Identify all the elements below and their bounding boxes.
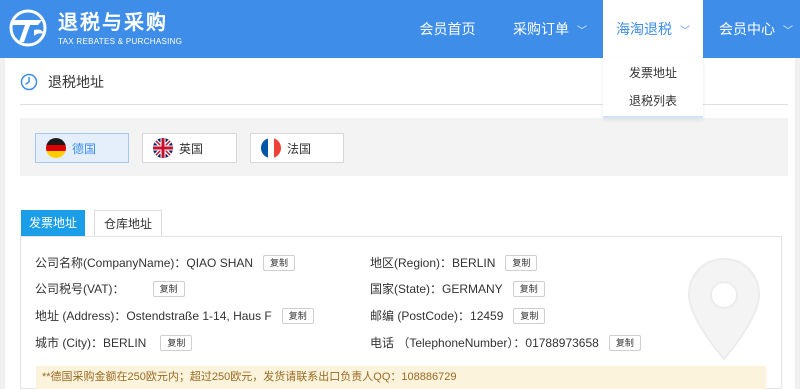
tab-invoice-address[interactable]: 发票地址 — [21, 210, 85, 237]
chevron-down-icon: ﹀ — [577, 25, 587, 37]
field-company-name: 公司名称(CompanyName)：QIAO SHAN 复制 — [35, 254, 296, 271]
chevron-down-icon: ﹀ — [680, 25, 690, 37]
field-address: 地址 (Address)：Ostendstraße 1-14, Haus F 复… — [35, 307, 314, 324]
tab-warehouse-address[interactable]: 仓库地址 — [94, 210, 162, 237]
city-value: 城市 (City)：BERLIN — [35, 336, 147, 350]
nav-label: 海淘退税 — [616, 21, 672, 37]
chevron-down-icon: ﹀ — [783, 25, 793, 37]
section-header: 退税地址 — [20, 72, 104, 92]
postcode-value: 邮编 (PostCode)：12459 — [370, 309, 504, 323]
nav-tax-refund[interactable]: 海淘退税 ﹀ — [603, 0, 703, 58]
copy-button[interactable]: 复制 — [152, 280, 185, 297]
logo[interactable]: 退税与采购 TAX REBATES & PURCHASING — [8, 8, 182, 48]
copy-button[interactable]: 复制 — [160, 334, 193, 351]
menu-item-refund-list[interactable]: 退税列表 — [603, 88, 703, 114]
field-state: 国家(State)：GERMANY 复制 — [370, 280, 545, 297]
country-label: 英国 — [179, 141, 204, 156]
company-name-value: 公司名称(CompanyName)：QIAO SHAN — [35, 256, 254, 270]
field-phone: 电话 （TelephoneNumber）：01788973658 复制 — [370, 334, 641, 351]
country-label: 法国 — [287, 141, 312, 156]
logo-name: 退税与采购 — [58, 11, 168, 34]
section-title: 退税地址 — [48, 74, 104, 90]
vat-value: 公司税号(VAT)： — [35, 282, 125, 296]
country-uk[interactable]: 英国 — [142, 133, 237, 163]
phone-value: 电话 （TelephoneNumber）：01788973658 — [370, 336, 599, 350]
nav-label: 会员中心 — [719, 21, 775, 37]
copy-button[interactable]: 复制 — [608, 334, 641, 351]
state-value: 国家(State)：GERMANY — [370, 282, 503, 296]
field-postcode: 邮编 (PostCode)：12459 复制 — [370, 307, 546, 324]
region-value: 地区(Region)：BERLIN — [370, 256, 496, 270]
france-flag-icon — [261, 138, 281, 158]
clock-icon — [20, 73, 38, 91]
location-pin-icon — [687, 257, 761, 361]
country-selector — [20, 118, 788, 176]
uk-flag-icon — [153, 138, 173, 158]
copy-button[interactable]: 复制 — [263, 254, 296, 271]
copy-button[interactable]: 复制 — [281, 307, 314, 324]
field-region: 地区(Region)：BERLIN 复制 — [370, 254, 538, 271]
country-label: 德国 — [72, 141, 97, 156]
germany-flag-icon — [46, 138, 66, 158]
nav-label: 采购订单 — [513, 21, 569, 37]
country-germany[interactable]: 德国 — [35, 133, 129, 163]
logo-icon — [9, 9, 47, 47]
nav-label: 会员首页 — [419, 21, 476, 37]
tax-refund-dropdown: 发票地址 退税列表 — [603, 58, 703, 118]
nav-member-center[interactable]: 会员中心 ﹀ — [712, 0, 800, 58]
field-city: 城市 (City)：BERLIN 复制 — [35, 334, 193, 351]
address-value: 地址 (Address)：Ostendstraße 1-14, Haus F — [35, 309, 272, 323]
field-vat: 公司税号(VAT)： 复制 — [35, 280, 185, 297]
nav-purchase-orders[interactable]: 采购订单 ﹀ — [505, 0, 595, 58]
copy-button[interactable]: 复制 — [512, 280, 545, 297]
notice-banner: **德国采购金额在250欧元内；超过250欧元，发货请联系出口负责人QQ：108… — [36, 366, 766, 389]
menu-item-invoice-address[interactable]: 发票地址 — [603, 60, 703, 86]
logo-tagline: TAX REBATES & PURCHASING — [58, 36, 183, 46]
country-france[interactable]: 法国 — [250, 133, 344, 163]
nav-member-home[interactable]: 会员首页 — [405, 0, 490, 58]
copy-button[interactable]: 复制 — [505, 254, 538, 271]
copy-button[interactable]: 复制 — [513, 307, 546, 324]
